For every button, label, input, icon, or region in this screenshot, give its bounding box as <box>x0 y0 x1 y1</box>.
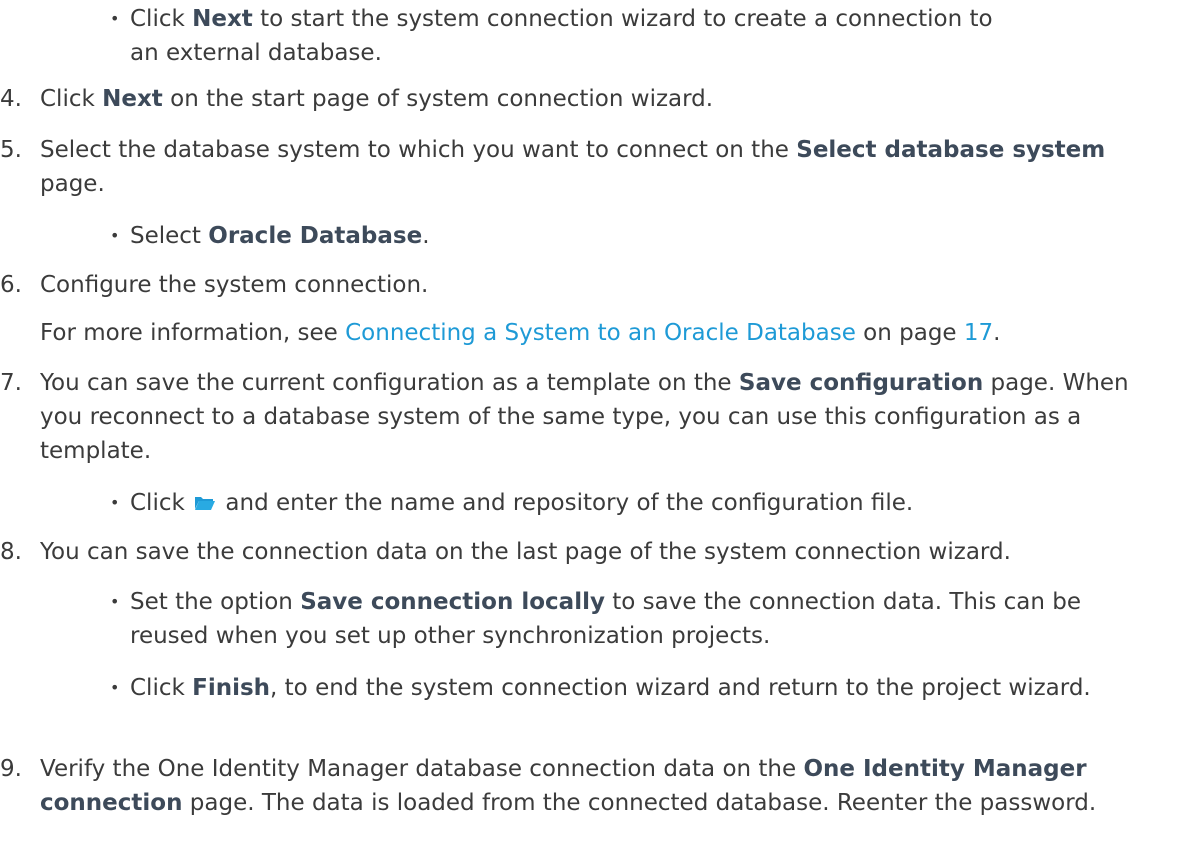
connecting-oracle-link[interactable]: Connecting a System to an Oracle Databas… <box>345 320 856 346</box>
step-6-info: For more information, see Connecting a S… <box>40 320 1001 346</box>
select-database-system-keyword: Select database system <box>796 137 1106 163</box>
next-keyword: Next <box>192 6 253 32</box>
step-7-sub-bullet: Click and enter the name and repository … <box>0 486 1181 520</box>
step-number: 5. <box>0 137 22 163</box>
step-number: 4. <box>0 86 22 112</box>
step-8-sub-bullet-2: Click Finish, to end the system connecti… <box>0 671 1181 739</box>
next-keyword: Next <box>102 86 163 112</box>
document-page: Click Next to start the system connectio… <box>0 0 1181 850</box>
step-number: 6. <box>0 272 22 298</box>
folder-open-icon[interactable] <box>194 495 216 511</box>
save-configuration-keyword: Save configuration <box>738 370 984 396</box>
step-7: 7. You can save the current configuratio… <box>0 366 1181 468</box>
step-4: 4. Click Next on the start page of syste… <box>0 82 1181 116</box>
step-8: 8. You can save the connection data on t… <box>0 535 1181 569</box>
oracle-database-keyword: Oracle Database <box>208 223 423 249</box>
step-5: 5. Select the database system to which y… <box>0 133 1181 201</box>
step-6: 6. Configure the system connection. <box>0 268 1181 302</box>
step-5-sub-bullet: Select Oracle Database. <box>0 219 1181 253</box>
continuation-bullet: Click Next to start the system connectio… <box>0 2 1181 70</box>
step-number: 7. <box>0 370 22 396</box>
save-connection-locally-keyword: Save connection locally <box>300 589 605 615</box>
page-number-link[interactable]: 17 <box>964 320 993 346</box>
step-number: 9. <box>0 756 22 782</box>
finish-keyword: Finish <box>192 675 271 701</box>
step-8-sub-bullet-1: Set the option Save connection locally t… <box>0 585 1181 653</box>
step-9: 9. Verify the One Identity Manager datab… <box>0 752 1181 850</box>
step-number: 8. <box>0 539 22 565</box>
